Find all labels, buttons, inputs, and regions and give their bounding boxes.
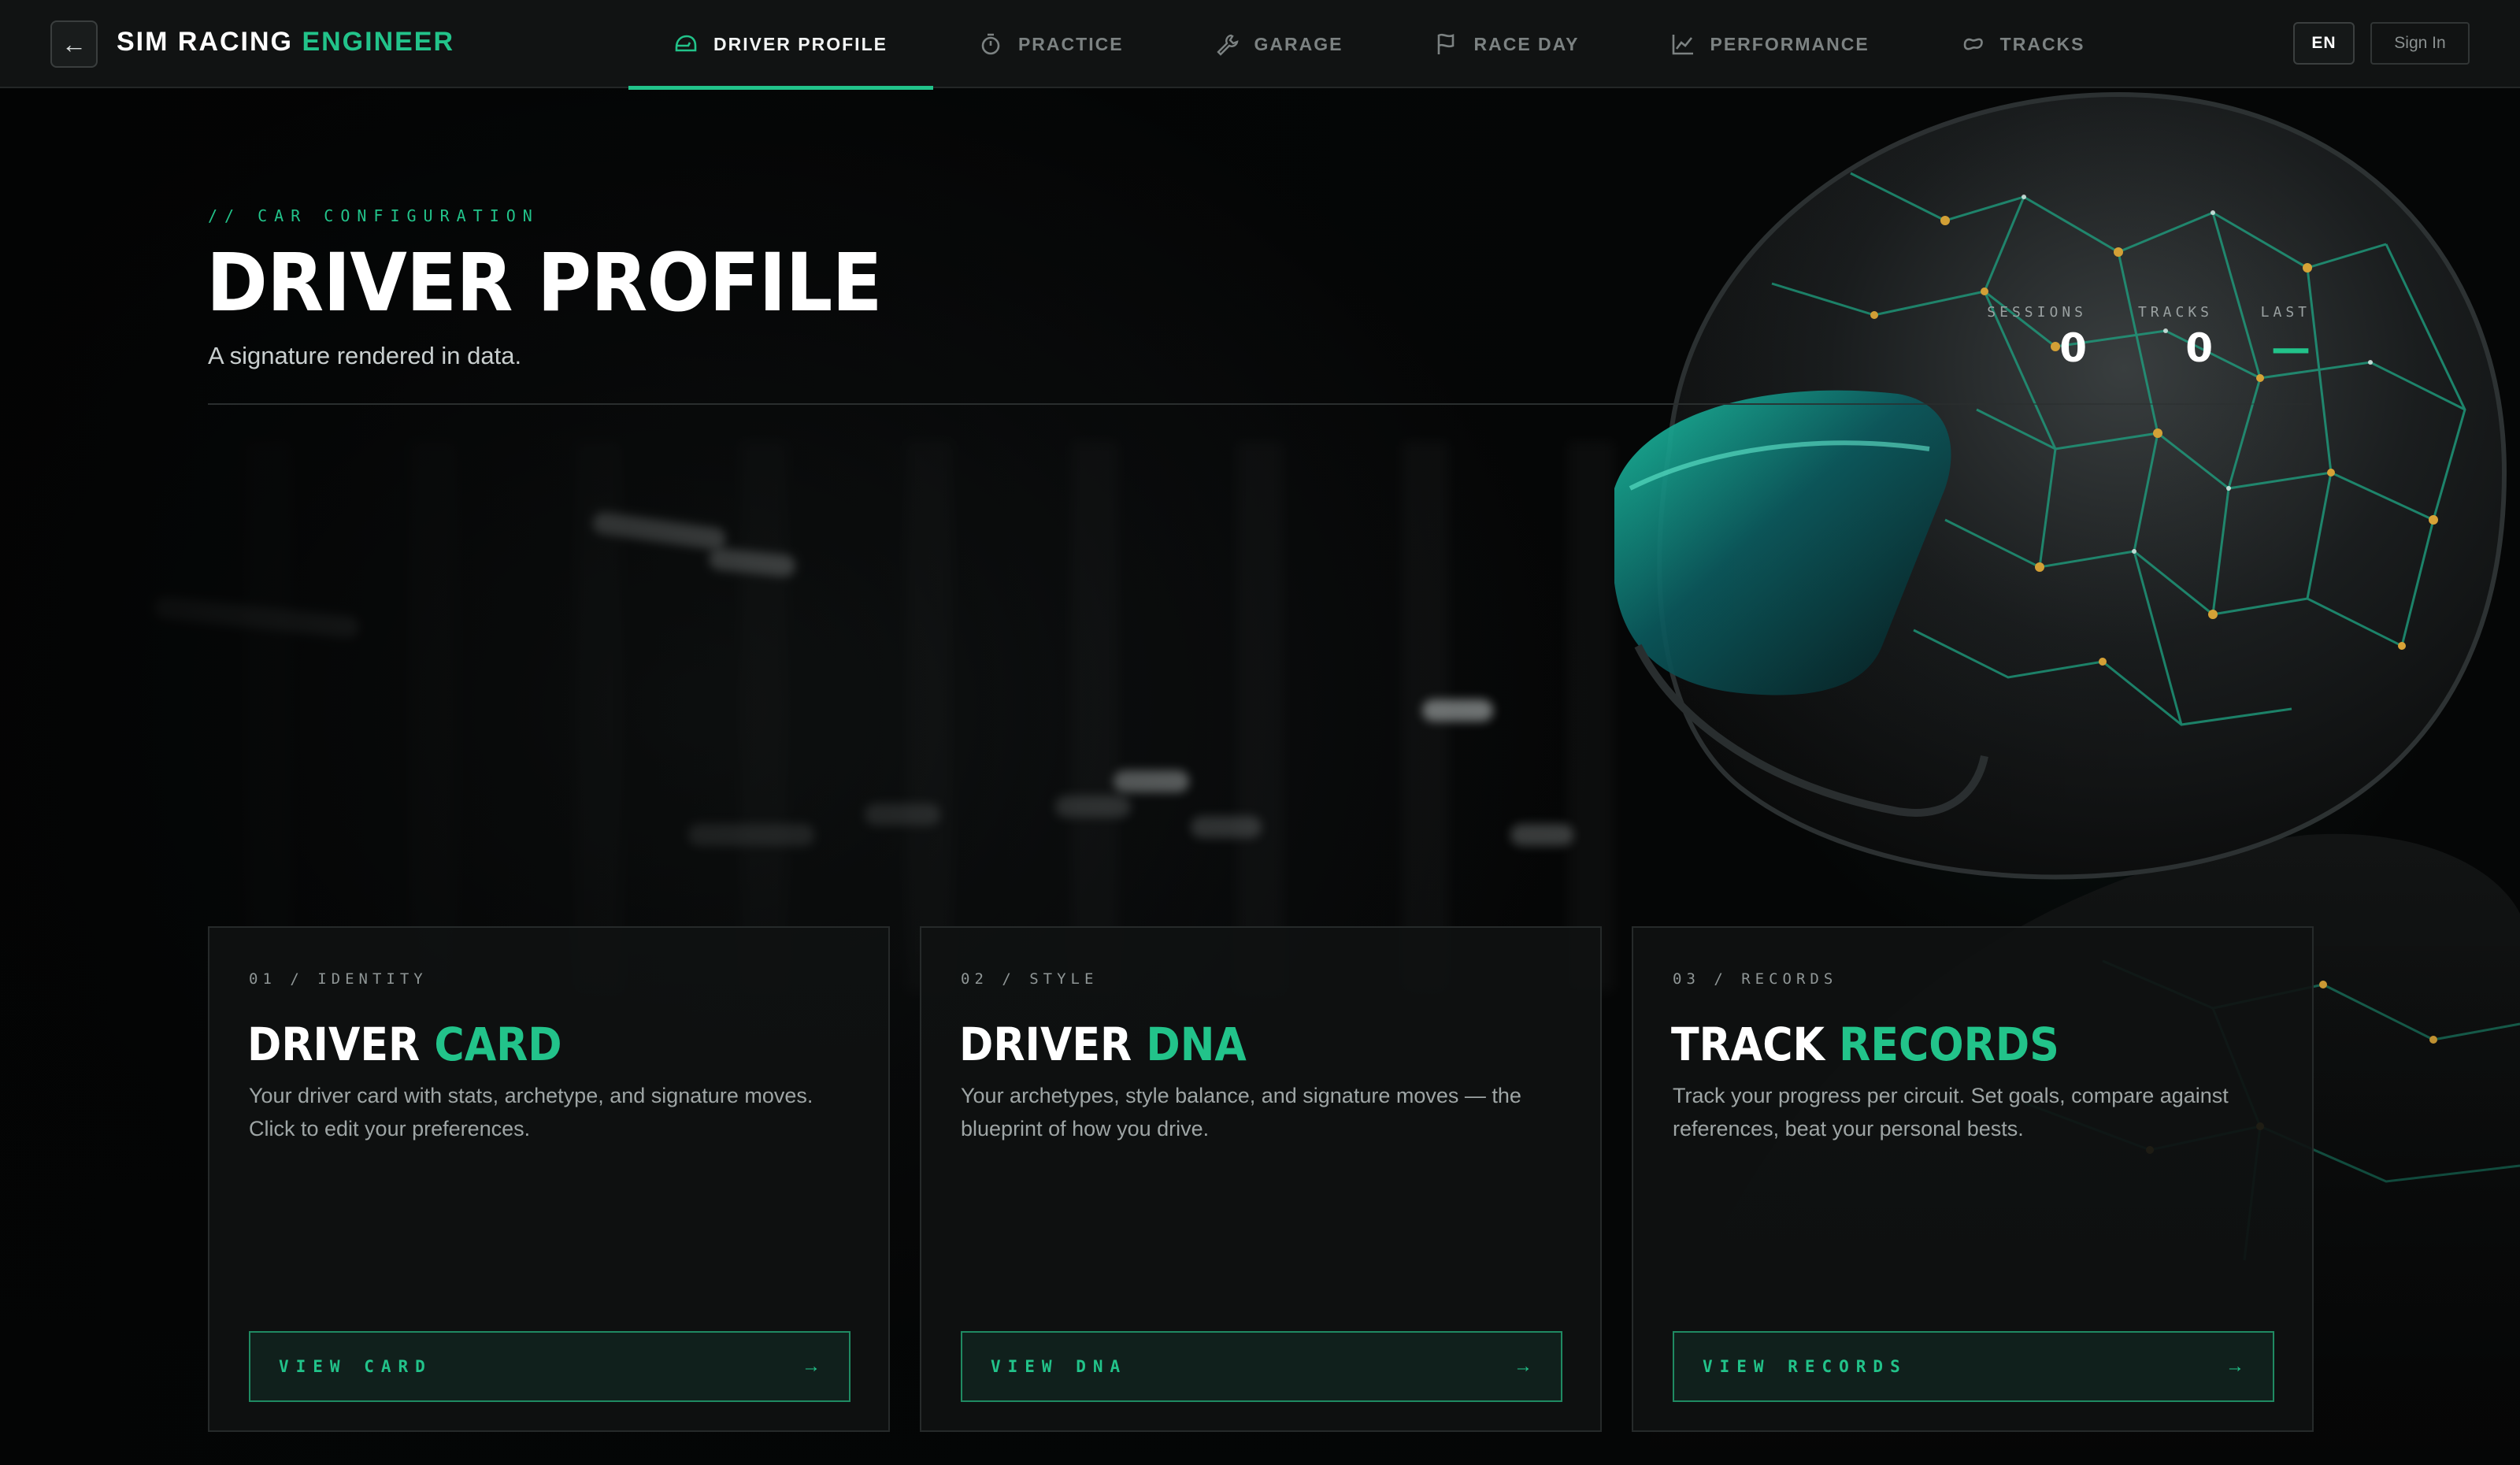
nav-tab-driver-profile[interactable]: DRIVER PROFILE [628, 0, 933, 90]
stat-label: SESSIONS [1987, 304, 2087, 321]
card-description: Your archetypes, style balance, and sign… [961, 1084, 1521, 1140]
card-title-accent: CARD [434, 1018, 562, 1071]
cta-label: VIEW CARD [279, 1357, 432, 1376]
back-button[interactable]: ← [50, 20, 98, 68]
stat-label: TRACKS [2137, 304, 2213, 321]
sign-in-button[interactable]: Sign In [2370, 22, 2470, 65]
nav-tab-label: TRACKS [1999, 33, 2085, 54]
view-dna-button[interactable]: VIEW DNA → [961, 1331, 1562, 1402]
arrow-right-icon: → [802, 1356, 821, 1377]
flag-icon [1438, 33, 1455, 54]
nav-tab-label: DRIVER PROFILE [713, 33, 888, 54]
stopwatch-icon [981, 33, 1000, 55]
card-driver-dna: 02 / STYLE DRIVER DNA Your archetypes, s… [920, 926, 1602, 1432]
stat-value: 0 [2185, 325, 2213, 371]
nav-tab-tracks[interactable]: TRACKS [1915, 0, 2131, 88]
nav-tab-label: RACE DAY [1473, 33, 1580, 54]
circuit-icon [1963, 38, 1983, 50]
card-description: Track your progress per circuit. Set goa… [1673, 1084, 2229, 1140]
cta-label: VIEW DNA [991, 1357, 1128, 1376]
nav-tab-performance[interactable]: PERFORMANCE [1625, 0, 1915, 88]
stat-last: LAST — [2261, 304, 2311, 368]
wrench-icon [1216, 34, 1239, 56]
stats-summary: SESSIONS 0 TRACKS 0 LAST — [1961, 304, 2323, 383]
arrow-right-icon: → [2225, 1356, 2244, 1377]
language-selector[interactable]: EN [2293, 22, 2355, 65]
brand-logo[interactable]: SIM RACING ENGINEER [117, 27, 454, 57]
arrow-left-icon: ← [61, 29, 87, 58]
brand-name-accent: ENGINEER [302, 27, 455, 57]
card-title-main: DRIVER [959, 1018, 1132, 1071]
section-eyebrow: // CAR CONFIGURATION [208, 206, 539, 225]
nav-tab-garage[interactable]: GARAGE [1169, 0, 1389, 88]
nav-tab-practice[interactable]: PRACTICE [933, 0, 1169, 88]
card-title: DRIVER CARD [247, 1018, 562, 1071]
page-subtitle: A signature rendered in data. [208, 342, 522, 369]
nav-tab-label: PRACTICE [1017, 33, 1124, 54]
card-title-accent: RECORDS [1839, 1018, 2059, 1071]
card-kicker: 01 / IDENTITY [249, 970, 428, 988]
card-title-main: DRIVER [247, 1018, 421, 1071]
top-navigation-bar: ← SIM RACING ENGINEER DRIVER PROFILE PRA… [0, 0, 2520, 90]
brand-name: SIM RACING [117, 27, 293, 57]
card-title: TRACK RECORDS [1671, 1018, 2059, 1071]
helmet-icon [675, 35, 697, 52]
stat-value: 0 [2059, 325, 2087, 371]
hero-divider [208, 403, 2312, 405]
stat-value: — [2271, 325, 2311, 371]
cta-label: VIEW RECORDS [1703, 1357, 1907, 1376]
nav-tab-label: PERFORMANCE [1710, 33, 1870, 54]
card-kicker: 02 / STYLE [961, 970, 1099, 988]
stat-sessions: SESSIONS 0 [1987, 304, 2087, 368]
stat-tracks: TRACKS 0 [2138, 304, 2213, 368]
card-title-main: TRACK [1671, 1018, 1825, 1071]
app-root: ← SIM RACING ENGINEER DRIVER PROFILE PRA… [0, 0, 2520, 1465]
stat-label: LAST [2260, 304, 2311, 321]
nav-tab-race-day[interactable]: RACE DAY [1388, 0, 1625, 88]
nav-tab-label: GARAGE [1254, 33, 1343, 54]
card-track-records: 03 / RECORDS TRACK RECORDS Track your pr… [1632, 926, 2314, 1432]
page-title: DRIVER PROFILE [206, 236, 882, 330]
card-driver-card: 01 / IDENTITY DRIVER CARD Your driver ca… [208, 926, 890, 1432]
main-nav: DRIVER PROFILE PRACTICE GARAGE RACE DAY … [628, 0, 2131, 90]
view-records-button[interactable]: VIEW RECORDS → [1673, 1331, 2274, 1402]
arrow-right-icon: → [1514, 1356, 1532, 1377]
card-description: Your driver card with stats, archetype, … [249, 1084, 813, 1140]
card-title: DRIVER DNA [959, 1018, 1247, 1071]
card-kicker: 03 / RECORDS [1673, 970, 1838, 988]
view-card-button[interactable]: VIEW CARD → [249, 1331, 850, 1402]
card-title-accent: DNA [1146, 1018, 1247, 1071]
chart-line-icon [1672, 35, 1693, 55]
